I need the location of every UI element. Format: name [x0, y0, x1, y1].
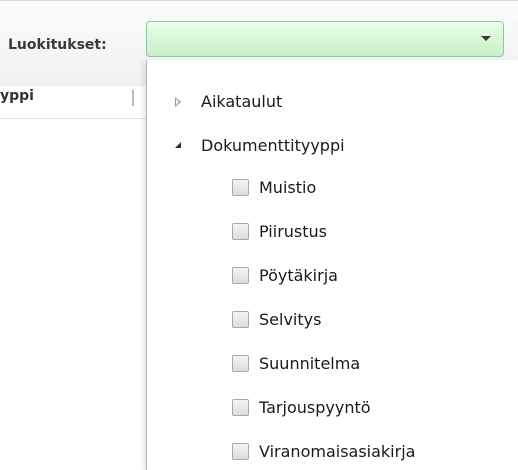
classification-label: Luokitukset:: [8, 37, 107, 53]
tree-item-piirustus[interactable]: Piirustus: [259, 222, 327, 241]
chevron-down-icon[interactable]: [481, 36, 491, 41]
expand-collapsed-icon[interactable]: [175, 97, 181, 107]
tree-item-viranomaisasiakirja[interactable]: Viranomaisasiakirja: [259, 442, 415, 461]
checkbox-viranomaisasiakirja[interactable]: [232, 443, 249, 460]
tree-item-suunnitelma[interactable]: Suunnitelma: [259, 354, 360, 373]
checkbox-selvitys[interactable]: [232, 311, 249, 328]
tree-item-tarjouspyynto[interactable]: Tarjouspyyntö: [259, 398, 371, 417]
expand-expanded-icon[interactable]: [175, 142, 181, 148]
tree-item-muistio[interactable]: Muistio: [259, 178, 316, 197]
toolbar-edge: [514, 21, 518, 57]
classification-combobox[interactable]: [146, 21, 504, 57]
column-resize-handle[interactable]: [132, 90, 134, 106]
tree-item-selvitys[interactable]: Selvitys: [259, 310, 321, 329]
checkbox-piirustus[interactable]: [232, 223, 249, 240]
checkbox-suunnitelma[interactable]: [232, 355, 249, 372]
checkbox-muistio[interactable]: [232, 179, 249, 196]
tree-node-dokumenttityyppi[interactable]: Dokumenttityyppi: [201, 136, 345, 155]
grid-header-divider: [0, 118, 146, 119]
grid-column-header[interactable]: yppi: [0, 88, 34, 104]
tree-item-poytakirja[interactable]: Pöytäkirja: [259, 266, 338, 285]
checkbox-tarjouspyynto[interactable]: [232, 399, 249, 416]
checkbox-poytakirja[interactable]: [232, 267, 249, 284]
tree-node-aikataulut[interactable]: Aikataulut: [201, 92, 282, 111]
classification-dropdown-panel: Aikataulut Dokumenttityyppi Muistio Piir…: [146, 60, 518, 470]
